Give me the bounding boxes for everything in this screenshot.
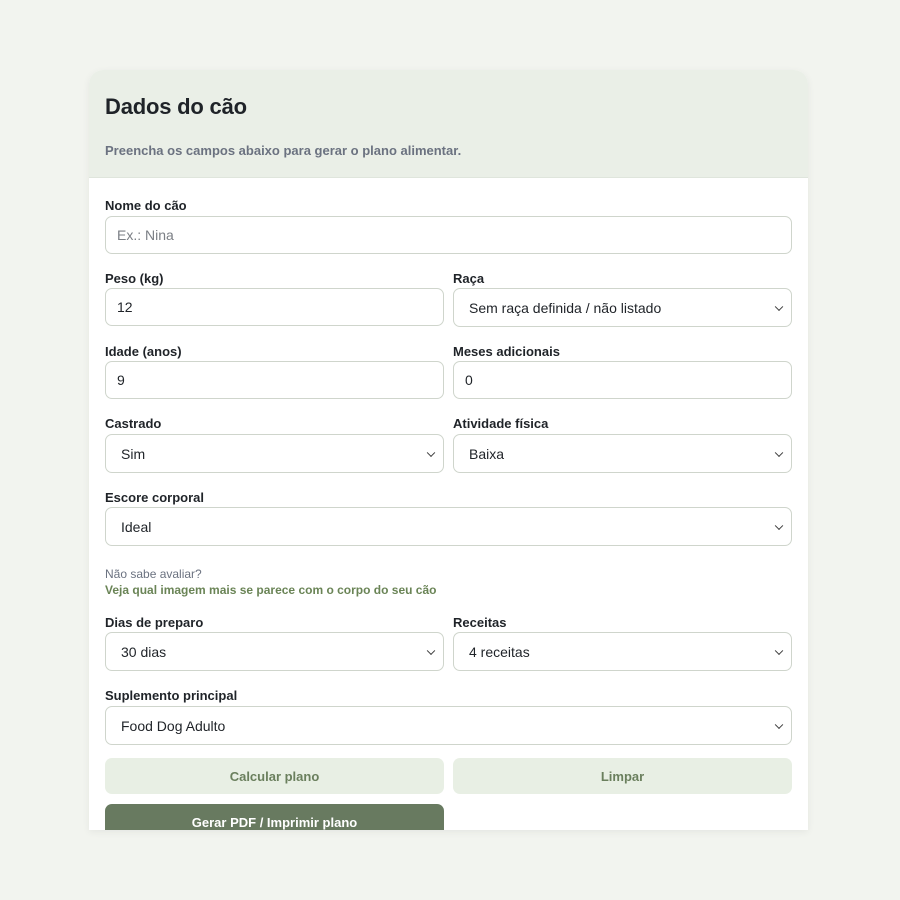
atividade-value: Baixa (469, 445, 505, 462)
page-subtitle: Preencha os campos abaixo para gerar o p… (105, 143, 462, 158)
pdf-button[interactable]: Gerar PDF / Imprimir plano (105, 804, 444, 830)
peso-input[interactable]: 12 (105, 288, 444, 326)
page-title: Dados do cão (105, 94, 247, 119)
raca-label: Raça (453, 271, 485, 286)
escore-hint-question: Não sabe avaliar? (105, 567, 202, 581)
receitas-select[interactable]: 4 receitas (453, 632, 792, 671)
castrado-select[interactable]: Sim (105, 434, 444, 473)
nome-label: Nome do cão (105, 198, 187, 213)
chevron-down-icon (426, 646, 436, 655)
chevron-down-icon (774, 302, 784, 311)
chevron-down-icon (426, 448, 436, 457)
calcular-button[interactable]: Calcular plano (105, 758, 444, 794)
suplemento-value: Food Dog Adulto (121, 717, 226, 734)
dias-select[interactable]: 30 dias (105, 632, 444, 671)
card-header: Dados do cão Preencha os campos abaixo p… (89, 70, 808, 178)
limpar-button[interactable]: Limpar (453, 758, 792, 794)
idade-value: 9 (117, 372, 125, 388)
receitas-label: Receitas (453, 615, 507, 630)
castrado-label: Castrado (105, 416, 162, 431)
suplemento-select[interactable]: Food Dog Adulto (105, 706, 792, 745)
suplemento-label: Suplemento principal (105, 688, 238, 703)
idade-label: Idade (anos) (105, 344, 182, 359)
escore-hint-link[interactable]: Veja qual imagem mais se parece com o co… (105, 583, 436, 597)
nome-placeholder: Ex.: Nina (117, 227, 174, 243)
escore-value: Ideal (121, 518, 152, 535)
chevron-down-icon (774, 448, 784, 457)
dog-data-card: Dados do cão Preencha os campos abaixo p… (89, 70, 808, 830)
chevron-down-icon (774, 521, 784, 530)
meses-label: Meses adicionais (453, 344, 560, 359)
atividade-select[interactable]: Baixa (453, 434, 792, 473)
raca-select[interactable]: Sem raça definida / não listado (453, 288, 792, 327)
castrado-value: Sim (121, 445, 146, 462)
meses-value: 0 (465, 372, 473, 388)
peso-label: Peso (kg) (105, 271, 164, 286)
idade-input[interactable]: 9 (105, 361, 444, 399)
chevron-down-icon (774, 720, 784, 729)
escore-select[interactable]: Ideal (105, 507, 792, 546)
peso-value: 12 (117, 299, 133, 315)
escore-label: Escore corporal (105, 490, 204, 505)
dias-label: Dias de preparo (105, 615, 204, 630)
atividade-label: Atividade física (453, 416, 549, 431)
dias-value: 30 dias (121, 643, 167, 660)
receitas-value: 4 receitas (469, 643, 530, 660)
chevron-down-icon (774, 646, 784, 655)
meses-input[interactable]: 0 (453, 361, 792, 399)
raca-value: Sem raça definida / não listado (469, 299, 662, 316)
nome-input[interactable]: Ex.: Nina (105, 216, 792, 254)
